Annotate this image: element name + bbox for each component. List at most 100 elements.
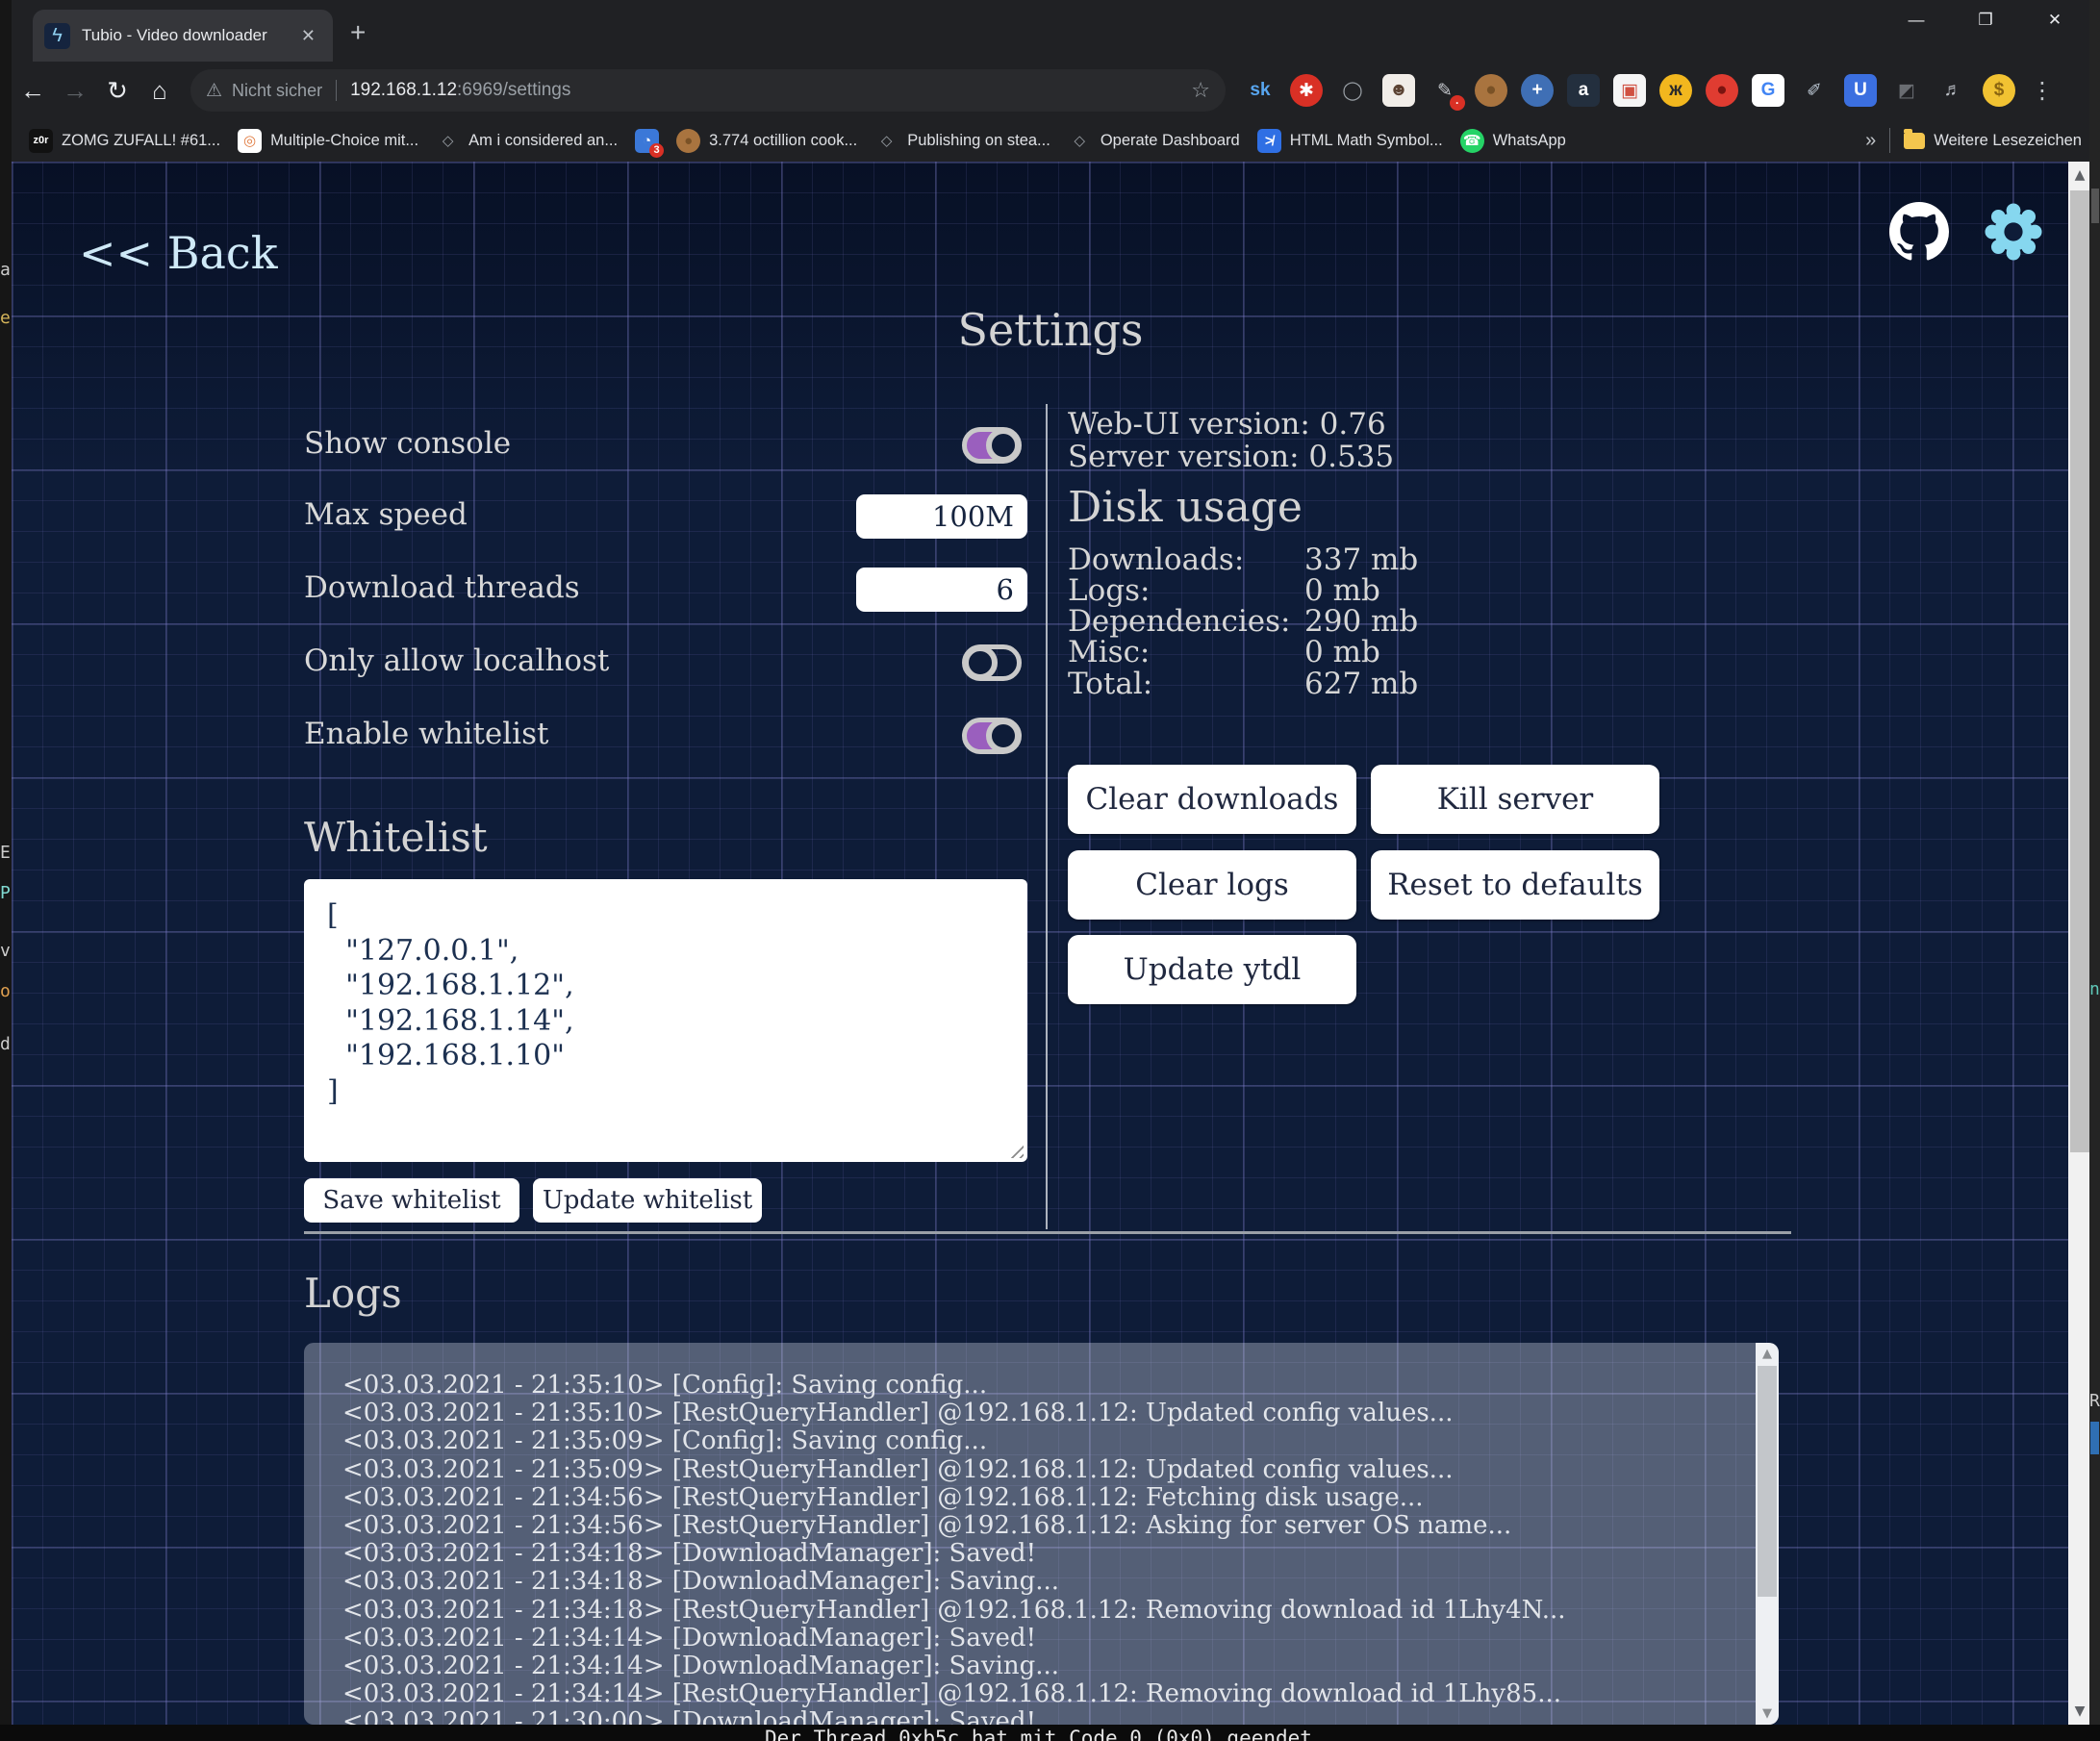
browser-menu-icon[interactable]: ⋮ xyxy=(2028,77,2057,105)
enable-whitelist-label: Enable whitelist xyxy=(304,717,548,751)
window-minimize-button[interactable]: — xyxy=(1882,0,1951,40)
pen-extension-icon[interactable]: ✎· xyxy=(1429,74,1461,107)
clear-downloads-button[interactable]: Clear downloads xyxy=(1068,765,1356,834)
disk-row-value: 627 mb xyxy=(1304,667,1418,701)
page-title: Settings xyxy=(12,304,2089,356)
update-ytdl-button[interactable]: Update ytdl xyxy=(1068,935,1356,1004)
disk-row-value: 337 mb xyxy=(1304,542,1418,577)
scroll-up-icon[interactable]: ▲ xyxy=(1756,1347,1779,1361)
background-window-fragment: P xyxy=(0,883,11,903)
bookmark-favicon-icon: ≯ xyxy=(1257,129,1281,153)
log-line: <03.03.2021 - 21:34:18> [DownloadManager… xyxy=(342,1540,1731,1568)
window-controls: — ❐ ✕ xyxy=(1882,0,2089,40)
bookmark-item[interactable]: ≯HTML Math Symbol... xyxy=(1257,129,1443,153)
stop-hand-extension-icon[interactable]: ✱ xyxy=(1290,74,1323,107)
log-line: <03.03.2021 - 21:34:18> [RestQueryHandle… xyxy=(342,1597,1731,1625)
download-threads-label: Download threads xyxy=(304,570,580,605)
scroll-down-icon[interactable]: ▼ xyxy=(2068,1703,2089,1719)
max-speed-input[interactable] xyxy=(856,494,1027,539)
log-line: <03.03.2021 - 21:35:10> [Config]: Saving… xyxy=(342,1372,1731,1400)
window-maximize-button[interactable]: ❐ xyxy=(1951,0,2020,40)
page-scrollbar[interactable]: ▲ ▼ xyxy=(2068,162,2089,1725)
bookmarks-divider xyxy=(1889,128,1890,153)
clear-logs-button[interactable]: Clear logs xyxy=(1068,850,1356,920)
logs-scrollbar-thumb[interactable] xyxy=(1758,1366,1777,1597)
update-whitelist-button[interactable]: Update whitelist xyxy=(533,1178,762,1223)
bookmarks-overflow-icon[interactable]: » xyxy=(1865,130,1876,152)
bookmark-item[interactable]: ☎WhatsApp xyxy=(1460,129,1566,153)
bookmark-label: Multiple-Choice mit... xyxy=(270,132,418,150)
bee-extension-icon[interactable]: ж xyxy=(1659,74,1692,107)
scroll-down-icon[interactable]: ▼ xyxy=(1756,1706,1779,1721)
shield-extension-icon[interactable]: U xyxy=(1844,74,1877,107)
back-button[interactable]: ← xyxy=(12,76,54,106)
logs-scrollbar[interactable]: ▲ ▼ xyxy=(1756,1343,1779,1725)
cookie-extension-icon[interactable]: ● xyxy=(1475,74,1507,107)
settings-gear-icon[interactable] xyxy=(1984,202,2043,262)
address-bar-separator xyxy=(336,80,337,101)
bookmark-item[interactable]: ◎Multiple-Choice mit... xyxy=(238,129,418,153)
log-line: <03.03.2021 - 21:30:00> [DownloadManager… xyxy=(342,1708,1731,1725)
coins-extension-icon[interactable]: $ xyxy=(1983,74,2015,107)
log-line: <03.03.2021 - 21:34:14> [RestQueryHandle… xyxy=(342,1680,1731,1708)
enable-whitelist-toggle[interactable] xyxy=(962,718,1022,754)
background-window-right-edge: nR xyxy=(2089,0,2100,1741)
bookmark-item[interactable]: ◇Operate Dashboard xyxy=(1068,129,1240,153)
only-localhost-label: Only allow localhost xyxy=(304,643,609,678)
log-line: <03.03.2021 - 21:34:14> [DownloadManager… xyxy=(342,1653,1731,1680)
plus-circle-extension-icon[interactable]: + xyxy=(1521,74,1554,107)
other-bookmarks-label: Weitere Lesezeichen xyxy=(1934,132,2082,150)
security-warning-icon[interactable]: ⚠ xyxy=(206,80,222,102)
whitelist-textarea[interactable]: [ "127.0.0.1", "192.168.1.12", "192.168.… xyxy=(304,879,1027,1162)
tab-close-icon[interactable]: ✕ xyxy=(295,24,321,48)
reload-button[interactable]: ↻ xyxy=(96,76,139,106)
browser-toolbar: ← → ↻ ⌂ ⚠ Nicht sicher 192.168.1.12 :696… xyxy=(12,62,2089,119)
logs-heading: Logs xyxy=(304,1270,402,1317)
bookmark-item[interactable]: ●3.774 octillion cook... xyxy=(676,129,857,153)
download-threads-input[interactable] xyxy=(856,568,1027,612)
security-label: Nicht sicher xyxy=(232,81,322,101)
background-window-fragment: d xyxy=(0,1034,11,1054)
bookmark-item[interactable]: ◔3 xyxy=(635,129,659,153)
disk-row-label: Misc: xyxy=(1068,635,1150,669)
puzzle-extension-icon[interactable]: ◩ xyxy=(1890,74,1923,107)
background-window-fragment: o xyxy=(0,981,11,1001)
github-icon[interactable] xyxy=(1889,202,1949,262)
stylus-extension-icon[interactable]: ✐ xyxy=(1798,74,1831,107)
bookmark-item[interactable]: z0rZOMG ZUFALL! #61... xyxy=(29,129,220,153)
forward-button[interactable]: → xyxy=(54,76,96,106)
disk-usage-heading: Disk usage xyxy=(1068,483,1303,532)
google-extension-icon[interactable]: G xyxy=(1752,74,1784,107)
back-link[interactable]: << Back xyxy=(79,227,278,279)
scroll-up-icon[interactable]: ▲ xyxy=(2068,167,2089,183)
photos-extension-icon[interactable]: ▣ xyxy=(1613,74,1646,107)
kill-server-button[interactable]: Kill server xyxy=(1371,765,1659,834)
amazon-extension-icon[interactable]: a xyxy=(1567,74,1600,107)
browser-tab[interactable]: ϟ Tubio - Video downloader ✕ xyxy=(33,10,333,62)
mask-extension-icon[interactable]: ☻ xyxy=(1382,74,1415,107)
reset-defaults-button[interactable]: Reset to defaults xyxy=(1371,850,1659,920)
bookmark-favicon-icon: ◔3 xyxy=(635,129,659,153)
log-line: <03.03.2021 - 21:34:56> [RestQueryHandle… xyxy=(342,1484,1731,1512)
section-divider xyxy=(304,1231,1791,1234)
bookmark-star-icon[interactable]: ☆ xyxy=(1191,78,1210,103)
ring-extension-icon[interactable]: ◯ xyxy=(1336,74,1369,107)
playlist-extension-icon[interactable]: ♬ xyxy=(1936,74,1969,107)
tab-favicon-icon: ϟ xyxy=(44,23,70,49)
sk-extension-icon[interactable]: sk xyxy=(1244,74,1277,107)
red-pin-extension-icon[interactable]: ● xyxy=(1706,74,1738,107)
other-bookmarks-folder[interactable]: Weitere Lesezeichen xyxy=(1904,132,2082,150)
new-tab-button[interactable]: + xyxy=(350,19,366,46)
bookmark-item[interactable]: ◇Am i considered an... xyxy=(436,129,618,153)
address-bar[interactable]: ⚠ Nicht sicher 192.168.1.12 :6969/settin… xyxy=(190,69,1226,112)
background-window-fragment: v xyxy=(0,941,11,961)
show-console-toggle[interactable] xyxy=(962,427,1022,464)
window-close-button[interactable]: ✕ xyxy=(2020,0,2089,40)
page-scrollbar-thumb[interactable] xyxy=(2070,190,2089,1152)
bookmark-item[interactable]: ◇Publishing on stea... xyxy=(874,129,1050,153)
save-whitelist-button[interactable]: Save whitelist xyxy=(304,1178,519,1223)
home-button[interactable]: ⌂ xyxy=(139,76,181,106)
bookmark-label: WhatsApp xyxy=(1493,132,1566,150)
bookmark-favicon-icon: ◇ xyxy=(1068,129,1092,153)
only-localhost-toggle[interactable] xyxy=(962,644,1022,681)
